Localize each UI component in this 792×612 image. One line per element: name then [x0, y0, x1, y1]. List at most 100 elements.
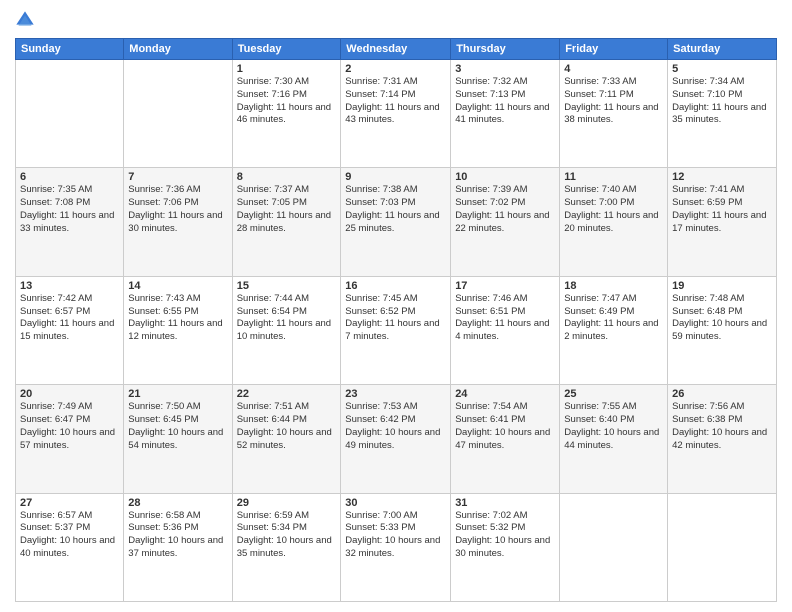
day-number: 16 [345, 280, 446, 292]
day-number: 31 [455, 497, 555, 509]
calendar-cell: 17Sunrise: 7:46 AM Sunset: 6:51 PM Dayli… [451, 276, 560, 384]
calendar-cell: 24Sunrise: 7:54 AM Sunset: 6:41 PM Dayli… [451, 385, 560, 493]
day-info: Sunrise: 7:49 AM Sunset: 6:47 PM Dayligh… [20, 401, 119, 452]
day-info: Sunrise: 7:30 AM Sunset: 7:16 PM Dayligh… [237, 76, 337, 127]
day-number: 26 [672, 388, 772, 400]
logo [15, 10, 37, 30]
calendar-week-4: 27Sunrise: 6:57 AM Sunset: 5:37 PM Dayli… [16, 493, 777, 601]
calendar-week-2: 13Sunrise: 7:42 AM Sunset: 6:57 PM Dayli… [16, 276, 777, 384]
day-number: 6 [20, 171, 119, 183]
calendar-cell: 12Sunrise: 7:41 AM Sunset: 6:59 PM Dayli… [668, 168, 777, 276]
day-info: Sunrise: 7:38 AM Sunset: 7:03 PM Dayligh… [345, 184, 446, 235]
calendar-table: SundayMondayTuesdayWednesdayThursdayFrid… [15, 38, 777, 602]
calendar-cell: 20Sunrise: 7:49 AM Sunset: 6:47 PM Dayli… [16, 385, 124, 493]
day-number: 11 [564, 171, 663, 183]
calendar-cell: 4Sunrise: 7:33 AM Sunset: 7:11 PM Daylig… [560, 60, 668, 168]
day-info: Sunrise: 7:45 AM Sunset: 6:52 PM Dayligh… [345, 293, 446, 344]
logo-icon [15, 10, 35, 30]
calendar-cell [16, 60, 124, 168]
day-number: 13 [20, 280, 119, 292]
day-info: Sunrise: 7:02 AM Sunset: 5:32 PM Dayligh… [455, 510, 555, 561]
weekday-header-wednesday: Wednesday [341, 39, 451, 60]
day-info: Sunrise: 7:43 AM Sunset: 6:55 PM Dayligh… [128, 293, 227, 344]
weekday-header-saturday: Saturday [668, 39, 777, 60]
day-info: Sunrise: 7:55 AM Sunset: 6:40 PM Dayligh… [564, 401, 663, 452]
day-number: 14 [128, 280, 227, 292]
day-info: Sunrise: 6:58 AM Sunset: 5:36 PM Dayligh… [128, 510, 227, 561]
day-info: Sunrise: 7:35 AM Sunset: 7:08 PM Dayligh… [20, 184, 119, 235]
day-number: 4 [564, 63, 663, 75]
calendar-cell: 21Sunrise: 7:50 AM Sunset: 6:45 PM Dayli… [124, 385, 232, 493]
calendar-cell: 26Sunrise: 7:56 AM Sunset: 6:38 PM Dayli… [668, 385, 777, 493]
day-number: 19 [672, 280, 772, 292]
calendar-cell: 10Sunrise: 7:39 AM Sunset: 7:02 PM Dayli… [451, 168, 560, 276]
calendar-cell [668, 493, 777, 601]
calendar-cell: 18Sunrise: 7:47 AM Sunset: 6:49 PM Dayli… [560, 276, 668, 384]
calendar-cell: 30Sunrise: 7:00 AM Sunset: 5:33 PM Dayli… [341, 493, 451, 601]
calendar-cell: 27Sunrise: 6:57 AM Sunset: 5:37 PM Dayli… [16, 493, 124, 601]
calendar-cell: 13Sunrise: 7:42 AM Sunset: 6:57 PM Dayli… [16, 276, 124, 384]
calendar-cell: 3Sunrise: 7:32 AM Sunset: 7:13 PM Daylig… [451, 60, 560, 168]
day-info: Sunrise: 7:37 AM Sunset: 7:05 PM Dayligh… [237, 184, 337, 235]
calendar-week-3: 20Sunrise: 7:49 AM Sunset: 6:47 PM Dayli… [16, 385, 777, 493]
calendar-cell: 29Sunrise: 6:59 AM Sunset: 5:34 PM Dayli… [232, 493, 341, 601]
day-number: 8 [237, 171, 337, 183]
calendar-cell: 7Sunrise: 7:36 AM Sunset: 7:06 PM Daylig… [124, 168, 232, 276]
page: SundayMondayTuesdayWednesdayThursdayFrid… [0, 0, 792, 612]
weekday-header-thursday: Thursday [451, 39, 560, 60]
calendar-cell: 11Sunrise: 7:40 AM Sunset: 7:00 PM Dayli… [560, 168, 668, 276]
day-info: Sunrise: 7:53 AM Sunset: 6:42 PM Dayligh… [345, 401, 446, 452]
calendar-cell: 8Sunrise: 7:37 AM Sunset: 7:05 PM Daylig… [232, 168, 341, 276]
weekday-header-friday: Friday [560, 39, 668, 60]
calendar-cell [124, 60, 232, 168]
header [15, 10, 777, 30]
calendar-cell: 28Sunrise: 6:58 AM Sunset: 5:36 PM Dayli… [124, 493, 232, 601]
day-number: 27 [20, 497, 119, 509]
weekday-header-monday: Monday [124, 39, 232, 60]
calendar-cell: 5Sunrise: 7:34 AM Sunset: 7:10 PM Daylig… [668, 60, 777, 168]
day-info: Sunrise: 7:54 AM Sunset: 6:41 PM Dayligh… [455, 401, 555, 452]
day-number: 21 [128, 388, 227, 400]
calendar-cell: 6Sunrise: 7:35 AM Sunset: 7:08 PM Daylig… [16, 168, 124, 276]
day-number: 9 [345, 171, 446, 183]
day-number: 15 [237, 280, 337, 292]
calendar-cell [560, 493, 668, 601]
calendar-week-1: 6Sunrise: 7:35 AM Sunset: 7:08 PM Daylig… [16, 168, 777, 276]
calendar-cell: 9Sunrise: 7:38 AM Sunset: 7:03 PM Daylig… [341, 168, 451, 276]
calendar-cell: 1Sunrise: 7:30 AM Sunset: 7:16 PM Daylig… [232, 60, 341, 168]
day-number: 28 [128, 497, 227, 509]
day-info: Sunrise: 7:00 AM Sunset: 5:33 PM Dayligh… [345, 510, 446, 561]
day-number: 2 [345, 63, 446, 75]
day-info: Sunrise: 7:33 AM Sunset: 7:11 PM Dayligh… [564, 76, 663, 127]
day-number: 5 [672, 63, 772, 75]
day-number: 3 [455, 63, 555, 75]
day-info: Sunrise: 7:34 AM Sunset: 7:10 PM Dayligh… [672, 76, 772, 127]
day-number: 20 [20, 388, 119, 400]
day-info: Sunrise: 7:48 AM Sunset: 6:48 PM Dayligh… [672, 293, 772, 344]
day-info: Sunrise: 7:41 AM Sunset: 6:59 PM Dayligh… [672, 184, 772, 235]
day-info: Sunrise: 7:44 AM Sunset: 6:54 PM Dayligh… [237, 293, 337, 344]
day-number: 1 [237, 63, 337, 75]
day-info: Sunrise: 7:32 AM Sunset: 7:13 PM Dayligh… [455, 76, 555, 127]
weekday-header-tuesday: Tuesday [232, 39, 341, 60]
day-info: Sunrise: 7:46 AM Sunset: 6:51 PM Dayligh… [455, 293, 555, 344]
calendar-cell: 25Sunrise: 7:55 AM Sunset: 6:40 PM Dayli… [560, 385, 668, 493]
calendar-cell: 15Sunrise: 7:44 AM Sunset: 6:54 PM Dayli… [232, 276, 341, 384]
day-number: 10 [455, 171, 555, 183]
calendar-week-0: 1Sunrise: 7:30 AM Sunset: 7:16 PM Daylig… [16, 60, 777, 168]
weekday-header-sunday: Sunday [16, 39, 124, 60]
day-info: Sunrise: 7:51 AM Sunset: 6:44 PM Dayligh… [237, 401, 337, 452]
day-info: Sunrise: 7:40 AM Sunset: 7:00 PM Dayligh… [564, 184, 663, 235]
calendar-cell: 2Sunrise: 7:31 AM Sunset: 7:14 PM Daylig… [341, 60, 451, 168]
day-number: 29 [237, 497, 337, 509]
day-number: 22 [237, 388, 337, 400]
calendar-cell: 23Sunrise: 7:53 AM Sunset: 6:42 PM Dayli… [341, 385, 451, 493]
day-number: 23 [345, 388, 446, 400]
calendar-cell: 31Sunrise: 7:02 AM Sunset: 5:32 PM Dayli… [451, 493, 560, 601]
day-info: Sunrise: 7:36 AM Sunset: 7:06 PM Dayligh… [128, 184, 227, 235]
calendar-cell: 14Sunrise: 7:43 AM Sunset: 6:55 PM Dayli… [124, 276, 232, 384]
day-number: 7 [128, 171, 227, 183]
day-number: 25 [564, 388, 663, 400]
calendar-cell: 22Sunrise: 7:51 AM Sunset: 6:44 PM Dayli… [232, 385, 341, 493]
day-number: 18 [564, 280, 663, 292]
